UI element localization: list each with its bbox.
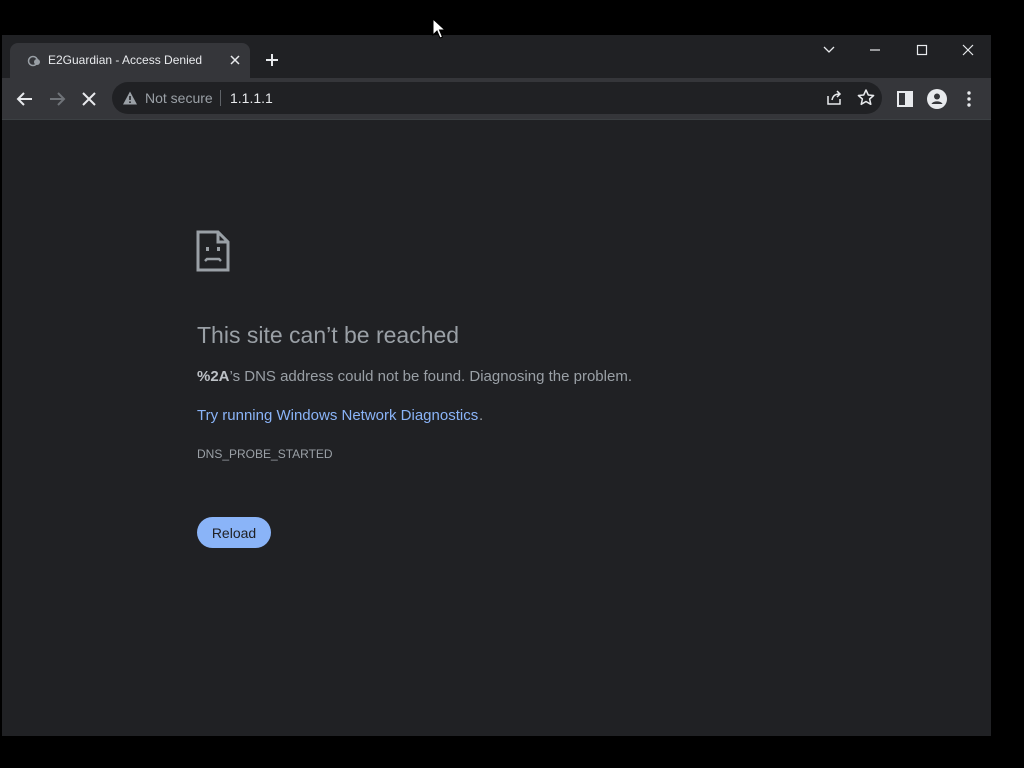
url-text[interactable]: 1.1.1.1 — [230, 90, 273, 106]
kebab-menu-icon[interactable] — [957, 87, 981, 111]
minimize-icon[interactable] — [860, 38, 890, 62]
window-close-icon[interactable] — [953, 38, 983, 62]
new-tab-plus-icon[interactable] — [261, 49, 283, 71]
browser-window: E2Guardian - Access Denied Not secure 1.… — [2, 35, 991, 736]
sad-page-icon — [196, 230, 230, 272]
omnibox-divider — [220, 90, 221, 106]
tab-title: E2Guardian - Access Denied — [48, 53, 203, 67]
favicon-icon — [27, 55, 40, 67]
reload-button[interactable]: Reload — [197, 517, 271, 548]
profile-avatar-icon[interactable] — [925, 87, 949, 111]
browser-toolbar: Not secure 1.1.1.1 — [2, 78, 991, 119]
error-message: ’s DNS address could not be found. Diagn… — [229, 368, 632, 385]
side-panel-icon[interactable] — [893, 87, 917, 111]
security-label[interactable]: Not secure — [145, 90, 213, 106]
error-heading: This site can’t be reached — [197, 322, 460, 348]
error-code: DNS_PROBE_STARTED — [197, 447, 333, 461]
tab-active[interactable]: E2Guardian - Access Denied — [10, 43, 250, 78]
bookmark-star-icon[interactable] — [854, 86, 878, 110]
tab-strip: E2Guardian - Access Denied — [2, 35, 991, 78]
page-content: This site can’t be reached %2A’s DNS add… — [2, 119, 991, 736]
tab-close-icon[interactable] — [226, 51, 244, 69]
warning-triangle-icon[interactable] — [122, 90, 138, 106]
suggestion-period: . — [479, 407, 484, 424]
forward-arrow-icon[interactable] — [45, 87, 69, 111]
share-icon[interactable] — [822, 86, 846, 110]
error-description: %2A’s DNS address could not be found. Di… — [197, 368, 632, 385]
back-arrow-icon[interactable] — [13, 87, 37, 111]
tab-search-chevron-icon[interactable] — [814, 38, 844, 62]
mouse-cursor-icon — [432, 18, 446, 39]
maximize-icon[interactable] — [907, 38, 937, 62]
address-bar[interactable]: Not secure 1.1.1.1 — [112, 82, 882, 114]
network-diagnostics-link[interactable]: Try running Windows Network Diagnostics — [197, 407, 478, 424]
error-host: %2A — [197, 368, 230, 385]
stop-loading-icon[interactable] — [77, 87, 101, 111]
